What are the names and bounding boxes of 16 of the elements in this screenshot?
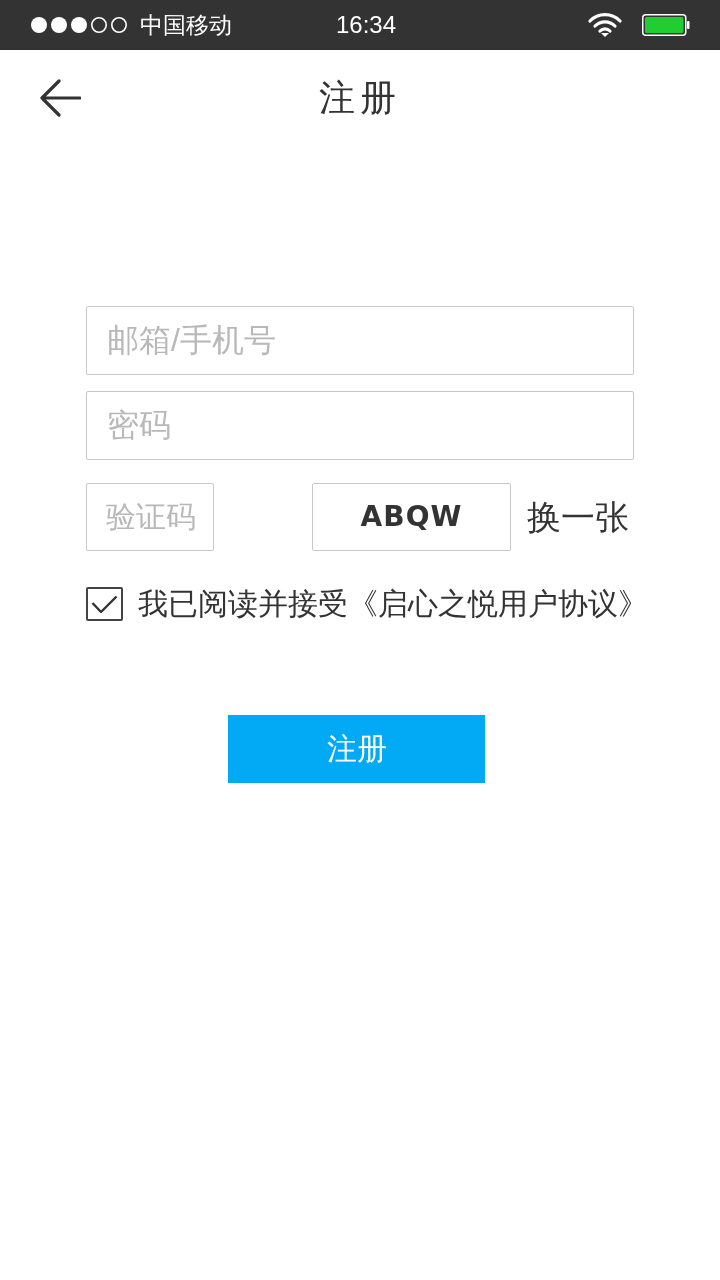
carrier-name: 中国移动 <box>140 13 232 37</box>
back-arrow-icon <box>39 78 81 117</box>
captcha-image: ABQW <box>312 483 511 551</box>
battery-icon <box>642 14 690 36</box>
status-time: 16:34 <box>335 13 397 37</box>
back-button[interactable] <box>38 77 82 118</box>
wifi-icon <box>588 12 622 38</box>
refresh-captcha-link[interactable]: 换一张 <box>527 500 629 534</box>
captcha-field[interactable]: 验证码 <box>86 483 214 551</box>
text-field[interactable]: 密码 <box>86 391 634 460</box>
text-field[interactable]: 邮箱/手机号 <box>86 306 634 375</box>
agreement-text: 我已阅读并接受《启心之悦用户协议》 <box>138 589 648 619</box>
agreement-checkbox[interactable] <box>86 587 123 621</box>
checkmark-icon <box>91 594 118 614</box>
page-title: 注册 <box>318 79 402 116</box>
signal-icon <box>30 16 128 34</box>
